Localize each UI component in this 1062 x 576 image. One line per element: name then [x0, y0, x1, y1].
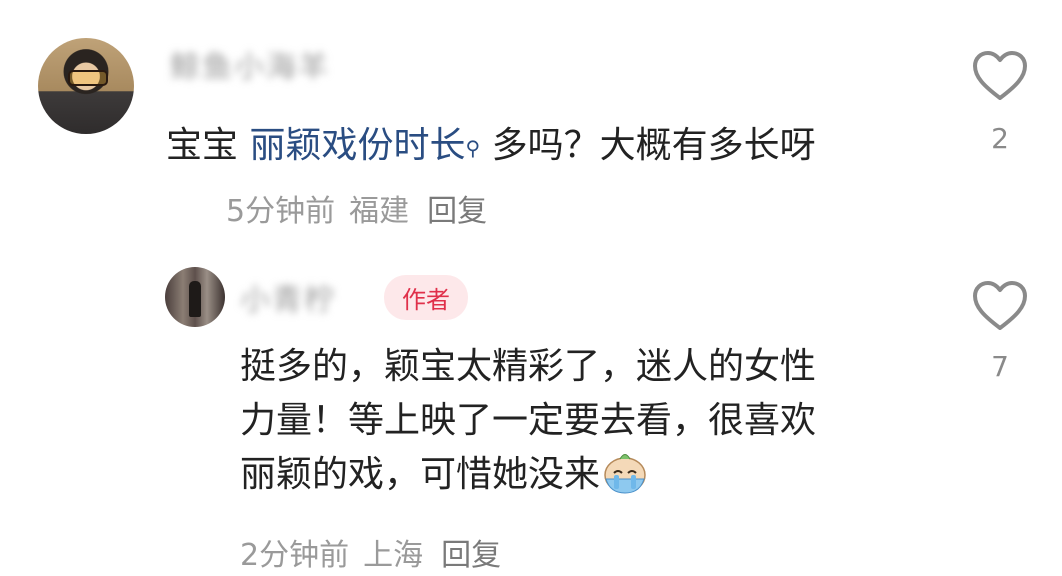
- reply-text-line: 力量！等上映了一定要去看，很喜欢: [240, 400, 817, 441]
- reply-location: 上海: [363, 538, 424, 573]
- username-blurred[interactable]: 鲸鱼小海羊: [170, 42, 330, 86]
- reply-meta: 2分钟前 上海 回复: [240, 530, 515, 574]
- comment-text-suffix: 多吗？大概有多长呀: [480, 125, 816, 166]
- like-heart-icon[interactable]: [972, 50, 1028, 102]
- reply-text: 挺多的，颖宝太精彩了，迷人的女性 力量！等上映了一定要去看，很喜欢 丽颖的戏，可…: [240, 340, 930, 502]
- like-heart-icon[interactable]: [972, 280, 1028, 332]
- avatar[interactable]: [38, 38, 134, 134]
- comment-text-prefix: 宝宝: [166, 125, 250, 166]
- username-blurred[interactable]: 小青柠: [240, 275, 336, 319]
- glasses-detail: [68, 70, 108, 86]
- author-badge: 作者: [384, 275, 468, 320]
- comment-meta: 5分钟前 福建 回复: [226, 186, 501, 230]
- search-link[interactable]: 丽颖戏份时长: [249, 125, 465, 166]
- like-count: 2: [991, 122, 1009, 155]
- crying-face-emoji-icon: [604, 454, 646, 494]
- avatar[interactable]: [165, 267, 225, 327]
- like-count: 7: [991, 350, 1009, 383]
- reply-time: 2分钟前: [240, 538, 350, 573]
- reply-button[interactable]: 回复: [427, 194, 487, 229]
- search-icon[interactable]: ⚲: [465, 136, 480, 160]
- comment-text: 宝宝 丽颖戏份时长⚲ 多吗？大概有多长呀: [166, 119, 926, 173]
- reply-text-line: 丽颖的戏，可惜她没来: [240, 448, 930, 502]
- comment-location: 福建: [349, 194, 410, 229]
- comment-time: 5分钟前: [226, 194, 336, 229]
- reply-button[interactable]: 回复: [441, 538, 501, 573]
- reply-text-line: 挺多的，颖宝太精彩了，迷人的女性: [240, 346, 817, 387]
- figure-detail: [189, 281, 201, 317]
